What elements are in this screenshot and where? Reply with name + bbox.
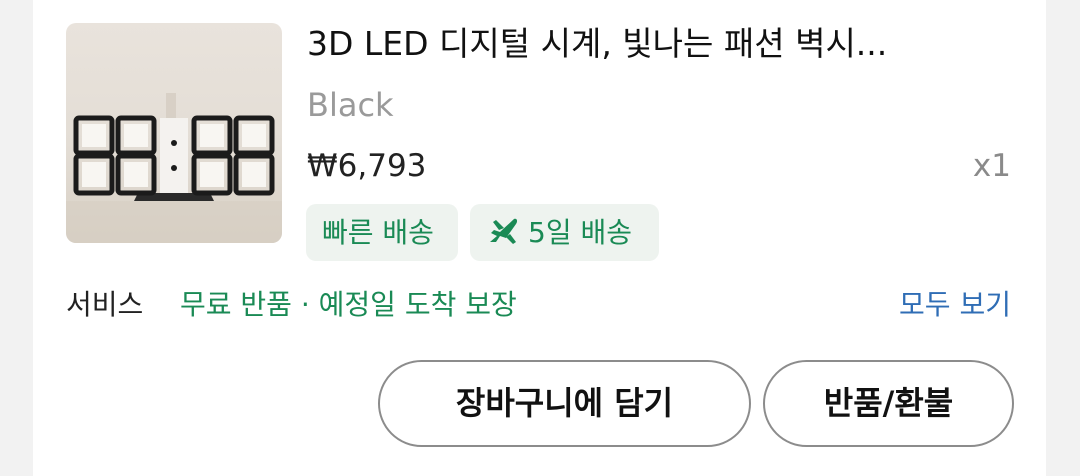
see-all-link[interactable]: 모두 보기 [899, 287, 1011, 323]
product-price: ₩6,793 [307, 148, 427, 184]
five-day-delivery-badge: 5일 배송 [470, 204, 659, 261]
service-label: 서비스 [66, 288, 144, 321]
service-value: 무료 반품 · 예정일 도착 보장 [180, 288, 517, 321]
airplane-icon [490, 218, 518, 244]
fast-delivery-label: 빠른 배송 [322, 216, 434, 249]
return-refund-button[interactable]: 반품/환불 [763, 360, 1014, 447]
product-option: Black [307, 86, 394, 124]
fast-delivery-badge: 빠른 배송 [306, 204, 458, 261]
product-title[interactable]: 3D LED 디지털 시계, 빛나는 패션 벽시... [307, 24, 1007, 64]
five-day-delivery-label: 5일 배송 [528, 216, 632, 249]
add-to-cart-button[interactable]: 장바구니에 담기 [378, 360, 751, 447]
order-item-card: 3D LED 디지털 시계, 빛나는 패션 벽시... Black ₩6,793… [33, 0, 1046, 476]
product-quantity: x1 [972, 148, 1011, 184]
product-thumbnail[interactable] [66, 23, 282, 243]
led-digital-clock-icon [66, 93, 282, 243]
